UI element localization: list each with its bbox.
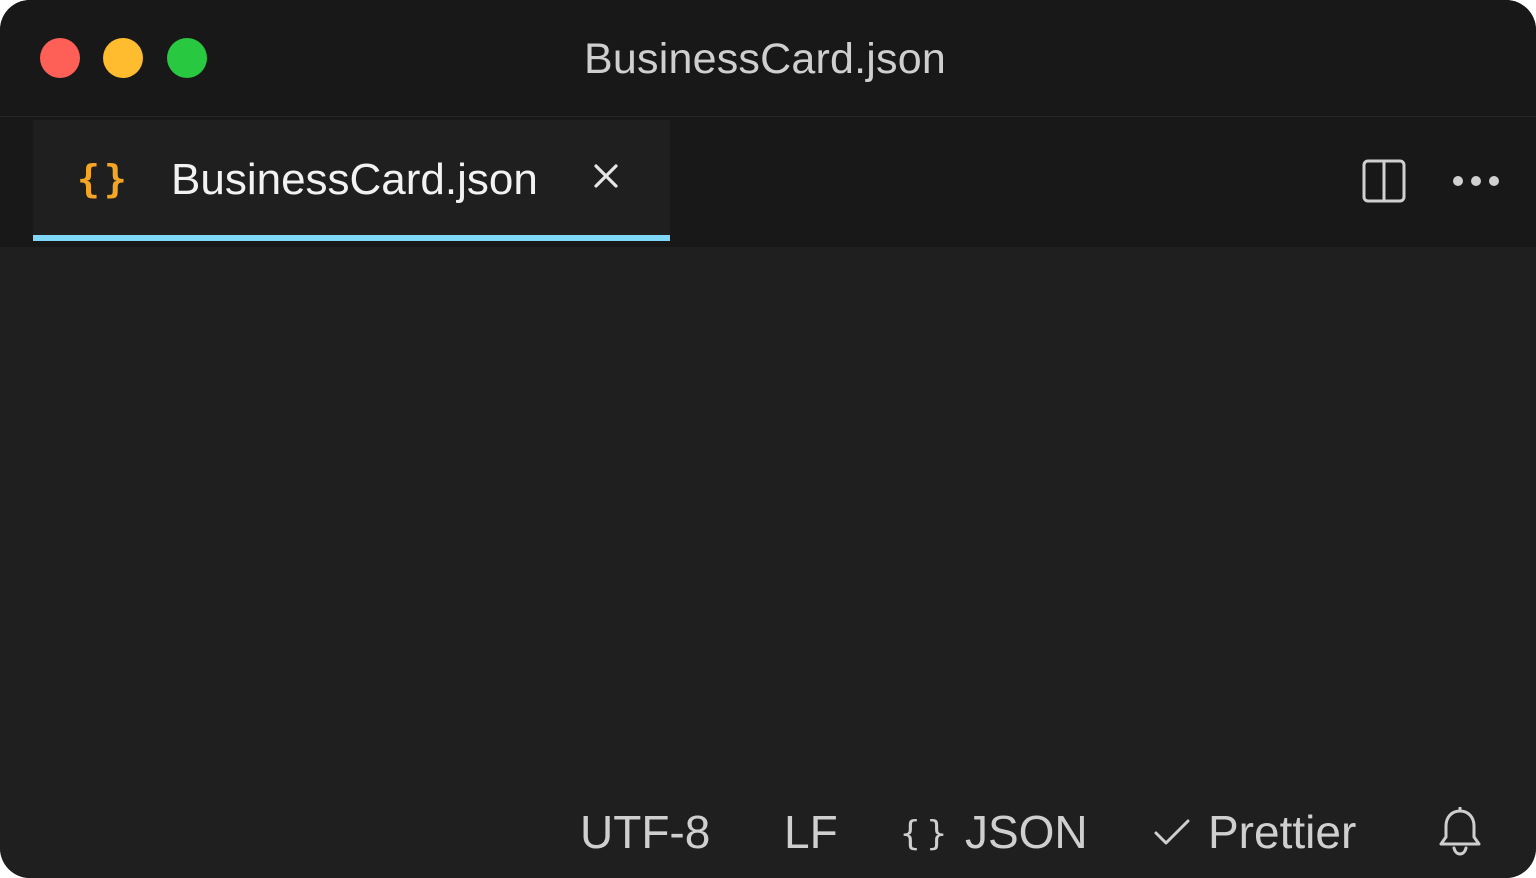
split-editor-icon[interactable] (1362, 159, 1406, 203)
check-icon (1154, 819, 1190, 845)
json-braces-icon: {} (77, 157, 131, 201)
status-encoding[interactable]: UTF-8 (580, 805, 710, 859)
status-formatter-label: Prettier (1208, 806, 1357, 858)
json-braces-icon: {} (900, 814, 953, 854)
status-bar: UTF-8 LF {} JSON Prettier (0, 787, 1536, 878)
more-actions-icon[interactable] (1452, 173, 1500, 189)
status-formatter[interactable]: Prettier (1152, 805, 1356, 859)
tab-businesscard-json[interactable]: {} BusinessCard.json (33, 120, 670, 241)
close-icon[interactable] (588, 158, 624, 194)
editor-window: BusinessCard.json {} BusinessCard.json U… (0, 0, 1536, 878)
status-language-label: JSON (964, 806, 1088, 858)
status-language-mode[interactable]: {} JSON (900, 805, 1088, 864)
tab-label: BusinessCard.json (171, 155, 538, 204)
active-tab-indicator (33, 235, 670, 241)
status-line-endings[interactable]: LF (784, 805, 838, 859)
editor-area[interactable] (0, 247, 1536, 787)
title-bar: BusinessCard.json (0, 0, 1536, 117)
bell-icon[interactable] (1438, 807, 1482, 857)
tab-bar: {} BusinessCard.json (0, 117, 1536, 247)
window-title: BusinessCard.json (584, 35, 946, 83)
